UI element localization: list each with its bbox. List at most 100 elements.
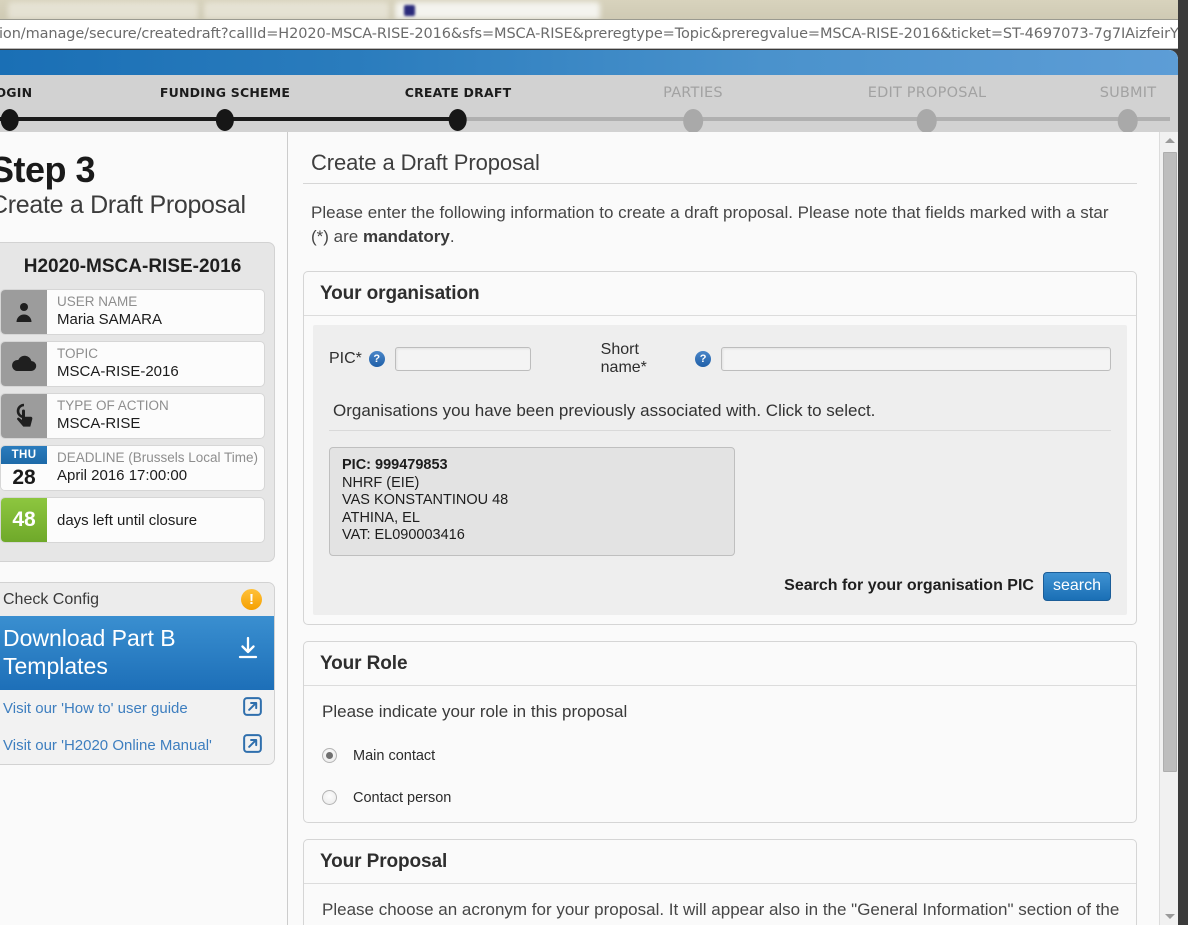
search-button[interactable]: search	[1042, 571, 1111, 601]
info-row-deadline: THU 28 DEADLINE (Brussels Local Time) Ap…	[0, 445, 265, 491]
stepper-step-parties[interactable]: PARTIES	[663, 75, 723, 133]
radio-main-contact[interactable]	[322, 748, 337, 763]
stepper-step-login[interactable]: LOGIN	[0, 75, 32, 131]
page-viewport: LOGIN FUNDING SCHEME CREATE DRAFT PARTIE…	[0, 50, 1178, 925]
how-to-user-guide-label[interactable]: Visit our 'How to' user guide	[3, 700, 188, 717]
panel-body-role: Please indicate your role in this propos…	[304, 686, 1136, 822]
stepper-label: CREATE DRAFT	[404, 85, 512, 100]
download-part-b-templates-button[interactable]: Download Part B Templates	[0, 616, 274, 690]
stepper-dot	[683, 109, 703, 133]
organisation-result-card[interactable]: PIC: 999479853 NHRF (EIE) VAS KONSTANTIN…	[329, 447, 735, 556]
panel-heading-proposal: Your Proposal	[304, 840, 1136, 884]
browser-tab[interactable]	[204, 2, 389, 19]
days-left-badge: 48	[1, 498, 47, 542]
browser-tab[interactable]	[8, 2, 198, 19]
stepper-label: LOGIN	[0, 85, 33, 100]
org-street: VAS KONSTANTINOU 48	[342, 492, 509, 508]
panel-your-proposal: Your Proposal Please choose an acronym f…	[303, 838, 1137, 925]
progress-stepper: LOGIN FUNDING SCHEME CREATE DRAFT PARTIE…	[0, 75, 1178, 133]
call-info-card: H2020-MSCA-RISE-2016 USER NAME Maria SAM…	[0, 242, 275, 562]
days-left-label: days left until closure	[57, 511, 198, 529]
radio-contact-person[interactable]	[322, 790, 337, 805]
org-city: ATHINA, EL	[342, 509, 420, 526]
info-row-value: MSCA-RISE	[57, 415, 141, 432]
hand-pointer-icon	[1, 394, 47, 438]
user-icon	[1, 290, 47, 334]
short-name-input[interactable]	[720, 347, 1111, 371]
scrollbar-thumb[interactable]	[1163, 152, 1177, 772]
page-step-subtitle: Create a Draft Proposal	[0, 191, 246, 219]
role-option-main-contact[interactable]: Main contact	[320, 748, 1120, 764]
org-vat: VAT: EL090003416	[342, 527, 465, 543]
vertical-scrollbar[interactable]	[1159, 132, 1178, 925]
scroll-up-icon[interactable]	[1160, 132, 1178, 149]
organisation-field-row: PIC* ? Short name* ?	[329, 341, 1111, 377]
panel-your-organisation: Your organisation PIC* ? Short name* ? O…	[303, 271, 1137, 625]
screen: ion/manage/secure/createdraft?callId=H20…	[0, 0, 1188, 925]
info-row-key: TYPE OF ACTION	[57, 398, 169, 413]
intro-text-bold: mandatory	[362, 227, 450, 246]
stepper-step-submit[interactable]: SUBMIT	[1100, 75, 1157, 133]
scroll-down-icon[interactable]	[1160, 908, 1178, 925]
panel-body-proposal: Please choose an acronym for your propos…	[304, 884, 1136, 925]
organisation-search-row: Search for your organisation PIC search	[329, 571, 1111, 601]
calendar-weekday: THU	[1, 446, 47, 464]
page-title: Create a Draft Proposal	[311, 150, 540, 175]
help-icon[interactable]: ?	[695, 351, 711, 367]
info-row-value: MSCA-RISE-2016	[57, 363, 179, 380]
main-content: Create a Draft Proposal Please enter the…	[289, 132, 1159, 925]
pic-label: PIC*	[329, 350, 362, 367]
title-divider	[303, 183, 1137, 184]
favicon-icon	[404, 5, 415, 16]
panel-heading-organisation: Your organisation	[304, 272, 1136, 316]
panel-body-organisation: PIC* ? Short name* ? Organisations you h…	[313, 325, 1127, 615]
proposal-description: Please choose an acronym for your propos…	[322, 899, 1120, 925]
info-row-value: Maria SAMARA	[57, 311, 163, 328]
window-right-edge	[1178, 0, 1188, 925]
stepper-label: PARTIES	[663, 85, 723, 101]
stepper-dot	[448, 109, 467, 131]
radio-label-contact-person: Contact person	[353, 789, 452, 806]
calendar-icon: THU 28	[1, 446, 47, 490]
call-identifier: H2020-MSCA-RISE-2016	[23, 256, 242, 277]
info-row-key: DEADLINE (Brussels Local Time)	[56, 450, 259, 465]
stepper-dot	[917, 109, 937, 133]
stepper-step-funding-scheme[interactable]: FUNDING SCHEME	[160, 75, 290, 131]
info-row-type-of-action: TYPE OF ACTION MSCA-RISE	[0, 393, 265, 439]
info-row-user-name: USER NAME Maria SAMARA	[0, 289, 265, 335]
intro-paragraph: Please enter the following information t…	[303, 201, 1137, 249]
help-icon[interactable]: ?	[368, 351, 385, 367]
check-config-label: Check Config	[3, 590, 100, 608]
sidebar: Step 3 Create a Draft Proposal H2020-MSC…	[0, 132, 288, 925]
pic-input[interactable]	[394, 347, 531, 371]
external-link-icon	[243, 734, 262, 757]
page-step-title: Step 3	[0, 149, 96, 190]
browser-tab-strip[interactable]	[0, 0, 1188, 19]
info-row-key: TOPIC	[57, 346, 99, 361]
associated-organisations-text: Organisations you have been previously a…	[329, 377, 1111, 431]
stepper-dot	[216, 109, 234, 131]
address-bar[interactable]: ion/manage/secure/createdraft?callId=H20…	[0, 19, 1188, 49]
browser-tab-active[interactable]	[395, 2, 600, 19]
check-config-button[interactable]: Check Config !	[0, 583, 274, 616]
how-to-user-guide-link[interactable]: Visit our 'How to' user guide	[0, 690, 274, 727]
sidebar-tools-panel: Check Config ! Download Part B Templates…	[0, 582, 275, 765]
search-pic-label: Search for your organisation PIC	[784, 577, 1034, 594]
panel-your-role: Your Role Please indicate your role in t…	[303, 640, 1137, 823]
stepper-dot	[1117, 109, 1138, 133]
h2020-online-manual-label[interactable]: Visit our 'H2020 Online Manual'	[3, 737, 212, 754]
h2020-online-manual-link[interactable]: Visit our 'H2020 Online Manual'	[0, 727, 274, 764]
calendar-day: 28	[12, 466, 36, 489]
info-row-value: April 2016 17:00:00	[56, 467, 188, 484]
stepper-dot	[1, 109, 19, 131]
info-row-key: USER NAME	[57, 294, 138, 309]
stepper-step-edit-proposal[interactable]: EDIT PROPOSAL	[868, 75, 987, 133]
stepper-step-create-draft[interactable]: CREATE DRAFT	[405, 75, 512, 131]
stepper-label: FUNDING SCHEME	[159, 85, 291, 100]
stepper-line-remaining	[460, 117, 1170, 121]
info-row-topic: TOPIC MSCA-RISE-2016	[0, 341, 265, 387]
role-option-contact-person[interactable]: Contact person	[320, 790, 1120, 806]
intro-text-part2: .	[449, 227, 455, 246]
short-name-label: Short name*	[600, 341, 647, 376]
external-link-icon	[243, 697, 262, 720]
